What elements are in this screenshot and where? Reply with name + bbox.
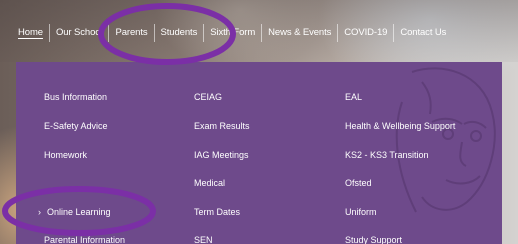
menu-item-study-support[interactable]: Study Support (345, 235, 402, 244)
parents-dropdown-panel: Bus Information E-Safety Advice Homework… (16, 62, 502, 244)
menu-item-online-learning-label: Online Learning (47, 207, 111, 217)
chevron-right-icon: › (38, 207, 41, 217)
nav-parents[interactable]: Parents (108, 24, 153, 42)
nav-covid-19[interactable]: COVID-19 (337, 24, 393, 42)
menu-item-ofsted[interactable]: Ofsted (345, 178, 372, 188)
main-nav: Home Our School Parents Students Sixth F… (18, 24, 452, 42)
menu-item-ceiag[interactable]: CEIAG (194, 92, 222, 102)
menu-item-sen[interactable]: SEN (194, 235, 213, 244)
nav-students[interactable]: Students (153, 24, 204, 42)
menu-item-medical[interactable]: Medical (194, 178, 225, 188)
menu-item-uniform[interactable]: Uniform (345, 207, 377, 217)
nav-sixth-form[interactable]: Sixth Form (203, 24, 261, 42)
menu-item-online-learning[interactable]: › Online Learning (38, 207, 111, 217)
menu-item-e-safety-advice[interactable]: E-Safety Advice (44, 121, 108, 131)
menu-item-health-wellbeing-support[interactable]: Health & Wellbeing Support (345, 121, 455, 131)
menu-item-bus-information[interactable]: Bus Information (44, 92, 107, 102)
menu-item-iag-meetings[interactable]: IAG Meetings (194, 150, 249, 160)
menu-item-homework[interactable]: Homework (44, 150, 87, 160)
nav-our-school[interactable]: Our School (48, 24, 109, 42)
menu-item-ks2-ks3-transition[interactable]: KS2 - KS3 Transition (345, 150, 429, 160)
nav-contact-us[interactable]: Contact Us (393, 24, 452, 42)
nav-news-events[interactable]: News & Events (261, 24, 337, 42)
nav-home[interactable]: Home (18, 24, 49, 42)
menu-item-exam-results[interactable]: Exam Results (194, 121, 250, 131)
dropdown-menu: Bus Information E-Safety Advice Homework… (16, 62, 502, 244)
menu-item-term-dates[interactable]: Term Dates (194, 207, 240, 217)
menu-item-eal[interactable]: EAL (345, 92, 362, 102)
menu-item-parental-information[interactable]: Parental Information (44, 235, 125, 244)
